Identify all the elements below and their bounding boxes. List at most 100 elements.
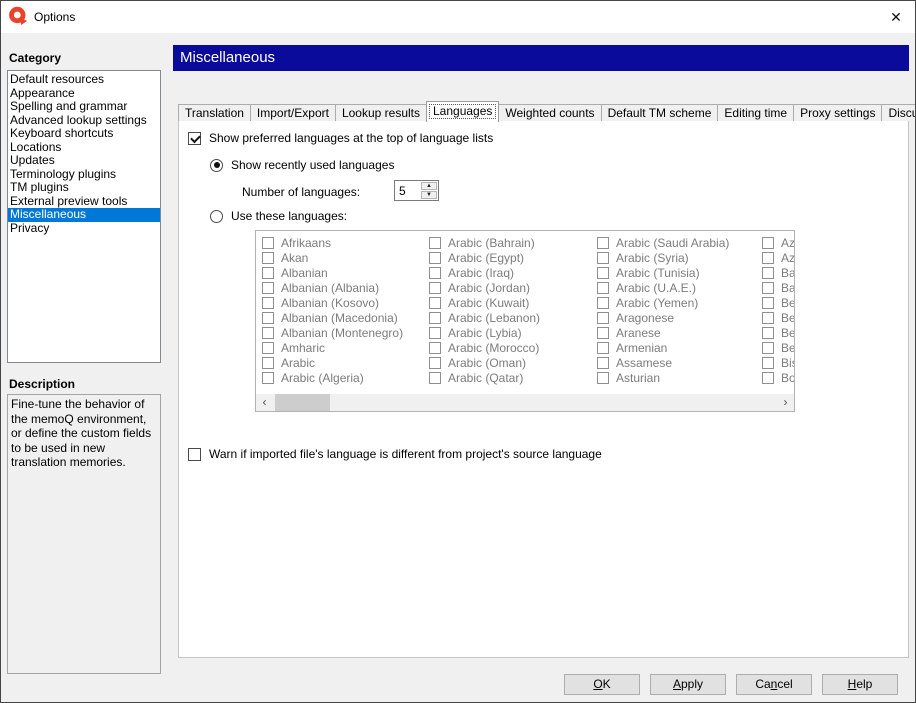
language-label: Arabic (Iraq) <box>448 266 514 280</box>
language-checkbox <box>597 267 609 279</box>
spinner-up-icon[interactable]: ▲ <box>421 182 437 190</box>
tab-translation[interactable]: Translation <box>178 104 251 121</box>
language-label: Arabic (Syria) <box>616 251 689 265</box>
category-item-spelling-and-grammar[interactable]: Spelling and grammar <box>8 100 160 114</box>
recent-languages-radio[interactable] <box>210 159 223 172</box>
language-item-bos: Bos <box>762 370 795 385</box>
tab-import-export[interactable]: Import/Export <box>250 104 336 121</box>
language-item-assamese: Assamese <box>597 355 729 370</box>
language-label: Aze <box>781 236 795 250</box>
language-checkbox <box>597 312 609 324</box>
recent-languages-label: Show recently used languages <box>231 158 394 172</box>
cancel-button[interactable]: Cancel <box>736 674 812 695</box>
warn-imported-row[interactable]: Warn if imported file's language is diff… <box>188 447 602 461</box>
language-checkbox <box>429 237 441 249</box>
tab-discussions[interactable]: Discussions <box>881 104 916 121</box>
language-label: Ber <box>781 326 795 340</box>
language-checkbox <box>262 237 274 249</box>
recent-languages-row[interactable]: Show recently used languages <box>210 158 394 172</box>
language-item-ber: Ber <box>762 325 795 340</box>
category-item-default-resources[interactable]: Default resources <box>8 73 160 87</box>
category-item-tm-plugins[interactable]: TM plugins <box>8 181 160 195</box>
language-checkbox <box>762 312 774 324</box>
number-of-languages-label: Number of languages: <box>242 185 360 199</box>
category-item-advanced-lookup-settings[interactable]: Advanced lookup settings <box>8 114 160 128</box>
language-label: Bas <box>781 281 795 295</box>
language-label: Albanian (Macedonia) <box>281 311 398 325</box>
language-label: Arabic <box>281 356 315 370</box>
tab-weighted-counts[interactable]: Weighted counts <box>498 104 601 121</box>
warn-imported-checkbox[interactable] <box>188 448 201 461</box>
language-checkbox <box>429 357 441 369</box>
language-label: Arabic (Lybia) <box>448 326 522 340</box>
category-item-terminology-plugins[interactable]: Terminology plugins <box>8 168 160 182</box>
language-item-arabic-jordan: Arabic (Jordan) <box>429 280 540 295</box>
languages-tab-panel: Show preferred languages at the top of l… <box>178 120 909 658</box>
apply-button[interactable]: Apply <box>650 674 726 695</box>
language-item-arabic: Arabic <box>262 355 403 370</box>
number-of-languages-stepper[interactable]: 5 ▲ ▼ <box>394 180 439 201</box>
tab-proxy-settings[interactable]: Proxy settings <box>793 104 882 121</box>
category-item-miscellaneous[interactable]: Miscellaneous <box>8 208 160 222</box>
use-these-languages-radio[interactable] <box>210 210 223 223</box>
show-preferred-row[interactable]: Show preferred languages at the top of l… <box>188 131 493 145</box>
language-checkbox <box>597 237 609 249</box>
language-column: AzeAzeBamBasBelBenBerBerBisBos <box>762 235 795 385</box>
scroll-right-icon[interactable]: › <box>777 394 794 411</box>
language-label: Bos <box>781 371 795 385</box>
language-item-arabic-saudi-arabia: Arabic (Saudi Arabia) <box>597 235 729 250</box>
language-item-ben: Ben <box>762 310 795 325</box>
tab-languages[interactable]: Languages <box>426 101 499 122</box>
language-checkbox <box>429 312 441 324</box>
language-checkbox <box>262 327 274 339</box>
language-label: Arabic (Kuwait) <box>448 296 529 310</box>
language-label: Arabic (Jordan) <box>448 281 530 295</box>
language-label: Bam <box>781 266 795 280</box>
language-label: Arabic (Egypt) <box>448 251 524 265</box>
language-label: Afrikaans <box>281 236 331 250</box>
category-item-locations[interactable]: Locations <box>8 141 160 155</box>
scrollbar-thumb[interactable] <box>275 394 330 411</box>
language-checkbox <box>429 252 441 264</box>
category-item-external-preview-tools[interactable]: External preview tools <box>8 195 160 209</box>
help-button[interactable]: Help <box>822 674 898 695</box>
language-label: Arabic (Qatar) <box>448 371 523 385</box>
options-dialog: Options ✕ Category Default resourcesAppe… <box>0 0 916 703</box>
language-item-arabic-bahrain: Arabic (Bahrain) <box>429 235 540 250</box>
show-preferred-checkbox[interactable] <box>188 132 201 145</box>
language-checkbox <box>762 372 774 384</box>
category-item-appearance[interactable]: Appearance <box>8 87 160 101</box>
language-label: Albanian <box>281 266 328 280</box>
language-checkbox <box>762 252 774 264</box>
language-checkbox <box>762 282 774 294</box>
horizontal-scrollbar[interactable]: ‹ › <box>256 394 794 411</box>
language-item-akan: Akan <box>262 250 403 265</box>
language-list: AzeAzeBamBasBelBenBerBerBisBosArabic (Sa… <box>255 230 795 412</box>
category-item-keyboard-shortcuts[interactable]: Keyboard shortcuts <box>8 127 160 141</box>
language-label: Bis <box>781 356 795 370</box>
category-item-privacy[interactable]: Privacy <box>8 222 160 236</box>
tab-editing-time[interactable]: Editing time <box>717 104 794 121</box>
language-label: Aragonese <box>616 311 674 325</box>
scroll-left-icon[interactable]: ‹ <box>256 394 273 411</box>
category-item-updates[interactable]: Updates <box>8 154 160 168</box>
language-checkbox <box>597 342 609 354</box>
language-checkbox <box>762 237 774 249</box>
language-label: Bel <box>781 296 795 310</box>
tab-default-tm-scheme[interactable]: Default TM scheme <box>601 104 719 121</box>
spinner-down-icon[interactable]: ▼ <box>421 191 437 199</box>
show-preferred-label: Show preferred languages at the top of l… <box>209 131 493 145</box>
language-checkbox <box>429 267 441 279</box>
ok-button[interactable]: OK <box>564 674 640 695</box>
close-icon[interactable]: ✕ <box>885 6 907 28</box>
language-checkbox <box>597 357 609 369</box>
category-heading: Category <box>9 51 61 65</box>
language-checkbox <box>262 342 274 354</box>
language-label: Arabic (Bahrain) <box>448 236 535 250</box>
number-of-languages-value[interactable]: 5 <box>399 184 406 198</box>
language-checkbox <box>262 312 274 324</box>
tab-lookup-results[interactable]: Lookup results <box>335 104 427 121</box>
use-these-languages-row[interactable]: Use these languages: <box>210 209 347 223</box>
language-label: Asturian <box>616 371 660 385</box>
language-column: Arabic (Bahrain)Arabic (Egypt)Arabic (Ir… <box>429 235 540 385</box>
